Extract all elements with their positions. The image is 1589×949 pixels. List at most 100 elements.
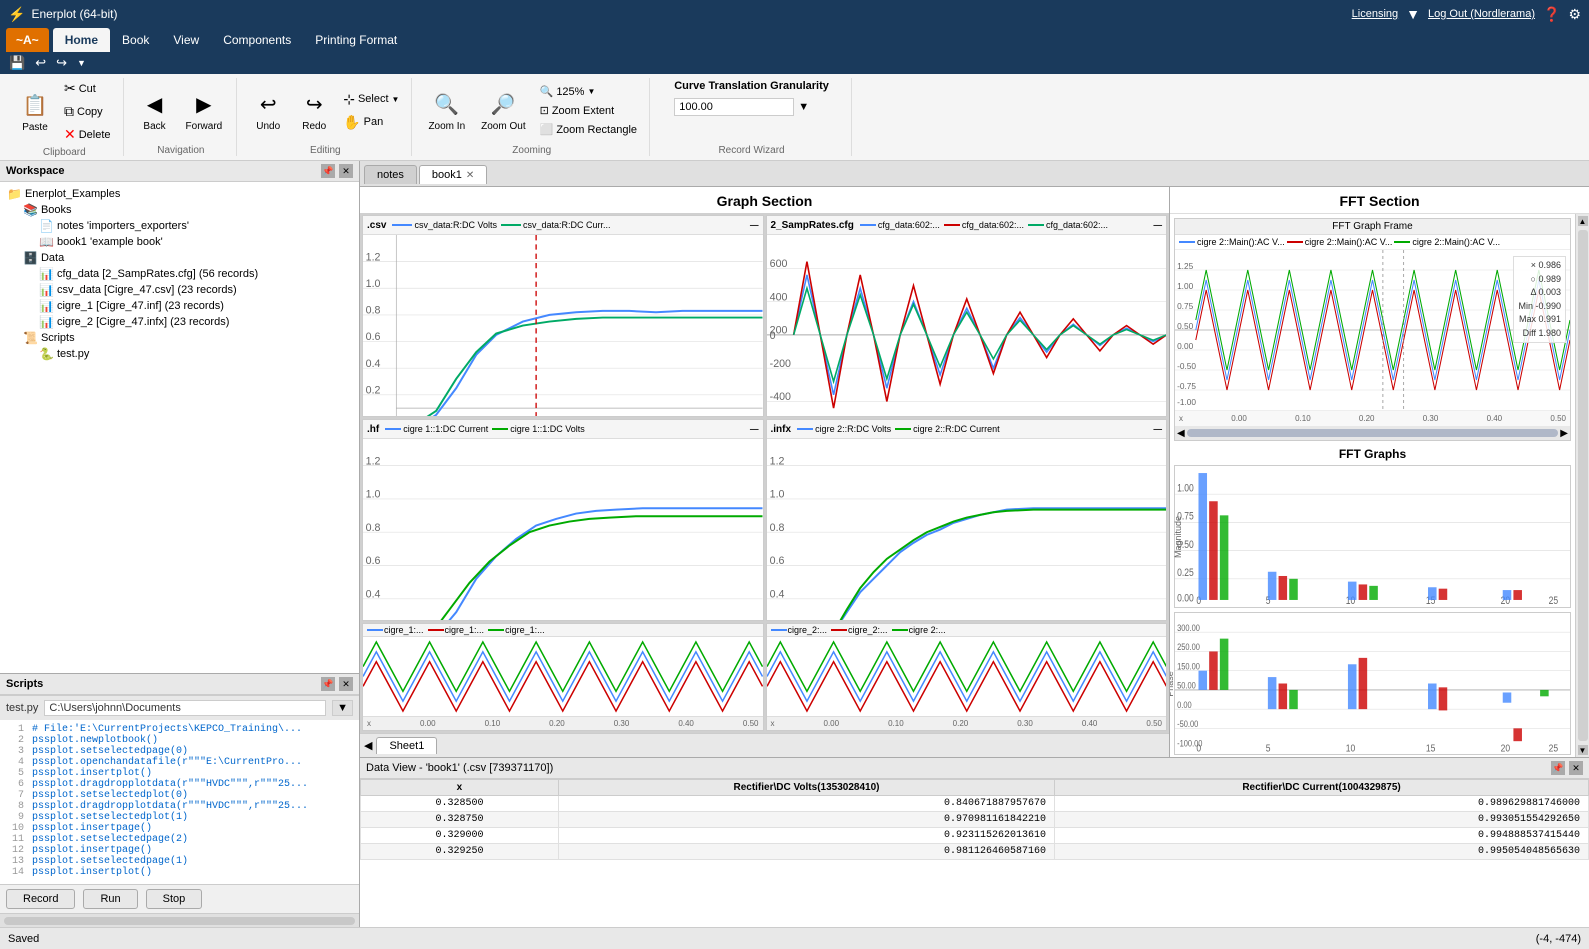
tab-home[interactable]: Home — [53, 28, 110, 52]
tab-view[interactable]: View — [161, 28, 211, 52]
zoom-extent-button[interactable]: ⊡ Zoom Extent — [536, 102, 641, 119]
fft-leg-2: cigre 2::Main():AC V... — [1287, 237, 1393, 247]
svg-text:-1.00: -1.00 — [1177, 398, 1196, 407]
tab-notes[interactable]: notes — [364, 165, 417, 184]
graph-infx-body: 1.2 1.0 0.8 0.6 0.4 0.2 0.0 — [767, 439, 1167, 621]
tab-book1-close[interactable]: ✕ — [466, 170, 474, 181]
workspace-close-btn[interactable]: ✕ — [339, 164, 353, 178]
scripts-close-btn[interactable]: ✕ — [339, 677, 353, 691]
data-view-close-btn[interactable]: ✕ — [1569, 761, 1583, 775]
scripts-pin-btn[interactable]: 📌 — [321, 677, 335, 691]
tree-item-1[interactable]: 📚Books — [4, 202, 355, 218]
sheet-tab-sheet1[interactable]: Sheet1 — [376, 737, 437, 754]
tab-printing-format[interactable]: Printing Format — [303, 28, 409, 52]
scripts-title: Scripts — [6, 678, 43, 690]
data-view-header: Data View - 'book1' (.csv [739371170]) 📌… — [360, 758, 1589, 779]
fft-title: FFT Section — [1170, 187, 1589, 214]
fft-vscrollbar[interactable]: ▲ ▼ — [1575, 214, 1589, 757]
tab-book[interactable]: Book — [110, 28, 161, 52]
content-and-data: notes book1 ✕ Graph Section .csv — [360, 161, 1589, 927]
tree-item-3[interactable]: 📖book1 'example book' — [4, 234, 355, 250]
fft-scroll-up[interactable]: ▲ — [1578, 216, 1588, 226]
script-path-input[interactable] — [44, 700, 326, 716]
forward-button[interactable]: ▶ Forward — [180, 86, 229, 135]
tree-item-5[interactable]: 📊cfg_data [2_SampRates.cfg] (56 records) — [4, 266, 355, 282]
fft-scroll-track — [1578, 230, 1588, 741]
hf-legend-1: cigre 1::1:DC Current — [385, 424, 488, 434]
fft-y-info: ○ 0.989 — [1518, 273, 1561, 287]
workspace-title: Workspace — [6, 165, 65, 177]
pan-button[interactable]: ✋ Pan — [339, 112, 403, 133]
browse-btn[interactable]: ▼ — [332, 700, 353, 716]
zoom-out-button[interactable]: 🔎 Zoom Out — [475, 86, 531, 135]
granularity-input[interactable] — [674, 98, 794, 116]
delete-label: Delete — [79, 129, 111, 141]
hf-legend-2: cigre 1::1:DC Volts — [492, 424, 585, 434]
select-button[interactable]: ⊹ Select ▼ — [339, 89, 403, 110]
graph-csv-minimize-btn[interactable]: ─ — [750, 218, 759, 232]
graph-infx-minimize-btn[interactable]: ─ — [1153, 422, 1162, 436]
status-left: Saved — [8, 933, 39, 945]
fft-frame-hscrollbar[interactable]: ◀ ▶ — [1175, 426, 1570, 440]
qa-redo[interactable]: ↪ — [53, 55, 70, 71]
logout-link[interactable]: Log Out (Nordlerama) — [1428, 8, 1535, 20]
granularity-dropdown-icon[interactable]: ▼ — [798, 101, 809, 113]
run-button[interactable]: Run — [83, 889, 137, 909]
cut-button[interactable]: ✂ Cut — [60, 78, 115, 99]
graph-hf-minimize-btn[interactable]: ─ — [750, 422, 759, 436]
paste-button[interactable]: 📋 Paste — [14, 87, 56, 136]
tree-item-2[interactable]: 📄notes 'importers_exporters' — [4, 218, 355, 234]
tree-item-10[interactable]: 🐍test.py — [4, 346, 355, 362]
delete-button[interactable]: ✕ Delete — [60, 124, 115, 145]
script-line-10: 10pssplot.insertpage() — [4, 823, 355, 834]
data-view-pin-btn[interactable]: 📌 — [1551, 761, 1565, 775]
fft-diff-info: Diff 1.980 — [1518, 327, 1561, 341]
ribbon-group-clipboard: 📋 Paste ✂ Cut ⧉ Copy ✕ Delete — [6, 78, 124, 156]
qa-dropdown[interactable]: ▼ — [74, 58, 89, 68]
paste-icon: 📋 — [20, 90, 50, 120]
help-btn[interactable]: ❓ — [1543, 6, 1560, 23]
zoom-percent-value: 125% — [556, 86, 584, 98]
redo-button[interactable]: ↪ Redo — [293, 86, 335, 135]
tree-item-6[interactable]: 📊csv_data [Cigre_47.csv] (23 records) — [4, 282, 355, 298]
wave-hf-header: cigre_1:... cigre_1:... cigre_1:... — [363, 624, 763, 637]
graph-csv-body: 1.2 1.0 0.8 0.6 0.4 0.2 -0.2 — [363, 235, 763, 417]
tree-item-7[interactable]: 📊cigre_1 [Cigre_47.inf] (23 records) — [4, 298, 355, 314]
tree-item-4[interactable]: 🗄️Data — [4, 250, 355, 266]
scroll-left-btn[interactable]: ◀ — [360, 739, 376, 752]
data-row-3: 0.3292500.9811264605871600.9950540485656… — [361, 844, 1589, 860]
tree-item-0[interactable]: 📁Enerplot_Examples — [4, 186, 355, 202]
ribbon-logo[interactable]: ~A~ — [6, 28, 49, 52]
undo-button[interactable]: ↩ Undo — [247, 86, 289, 135]
tab-components[interactable]: Components — [211, 28, 303, 52]
fft-scroll-left[interactable]: ◀ — [1177, 428, 1185, 439]
svg-text:0.2: 0.2 — [366, 384, 381, 396]
record-button[interactable]: Record — [6, 889, 75, 909]
settings-icon[interactable]: ⚙ — [1568, 6, 1581, 23]
zoom-out-label: Zoom Out — [481, 121, 525, 132]
wave-hf-legends: cigre_1:... cigre_1:... cigre_1:... — [367, 625, 759, 635]
record-wizard-label: Record Wizard — [718, 143, 784, 156]
workspace-pin-btn[interactable]: 📌 — [321, 164, 335, 178]
tree-item-9[interactable]: 📜Scripts — [4, 330, 355, 346]
wave-hf-svg — [363, 637, 763, 716]
qa-undo[interactable]: ↩ — [32, 55, 49, 71]
qa-back[interactable]: 💾 — [6, 55, 28, 71]
zoom-rectangle-button[interactable]: ⬜ Zoom Rectangle — [536, 121, 641, 138]
zoom-extent-label: Zoom Extent — [552, 105, 614, 117]
licensing-link[interactable]: Licensing — [1352, 8, 1398, 20]
zoom-in-button[interactable]: 🔍 Zoom In — [422, 86, 471, 135]
redo-label: Redo — [302, 121, 326, 132]
back-button[interactable]: ◀ Back — [134, 86, 176, 135]
copy-button[interactable]: ⧉ Copy — [60, 101, 115, 122]
zoom-percent-button[interactable]: 🔍 125% ▼ — [536, 83, 641, 100]
svg-text:0.8: 0.8 — [366, 522, 381, 534]
fft-scroll-down[interactable]: ▼ — [1578, 745, 1588, 755]
tab-book1[interactable]: book1 ✕ — [419, 165, 487, 184]
workspace-hscrollbar[interactable] — [0, 913, 359, 927]
fft-scroll-right[interactable]: ▶ — [1560, 428, 1568, 439]
tree-item-8[interactable]: 📊cigre_2 [Cigre_47.infx] (23 records) — [4, 314, 355, 330]
graph-cfg-minimize-btn[interactable]: ─ — [1153, 218, 1162, 232]
zoom-percent-icon: 🔍 — [540, 85, 554, 98]
stop-button[interactable]: Stop — [146, 889, 203, 909]
